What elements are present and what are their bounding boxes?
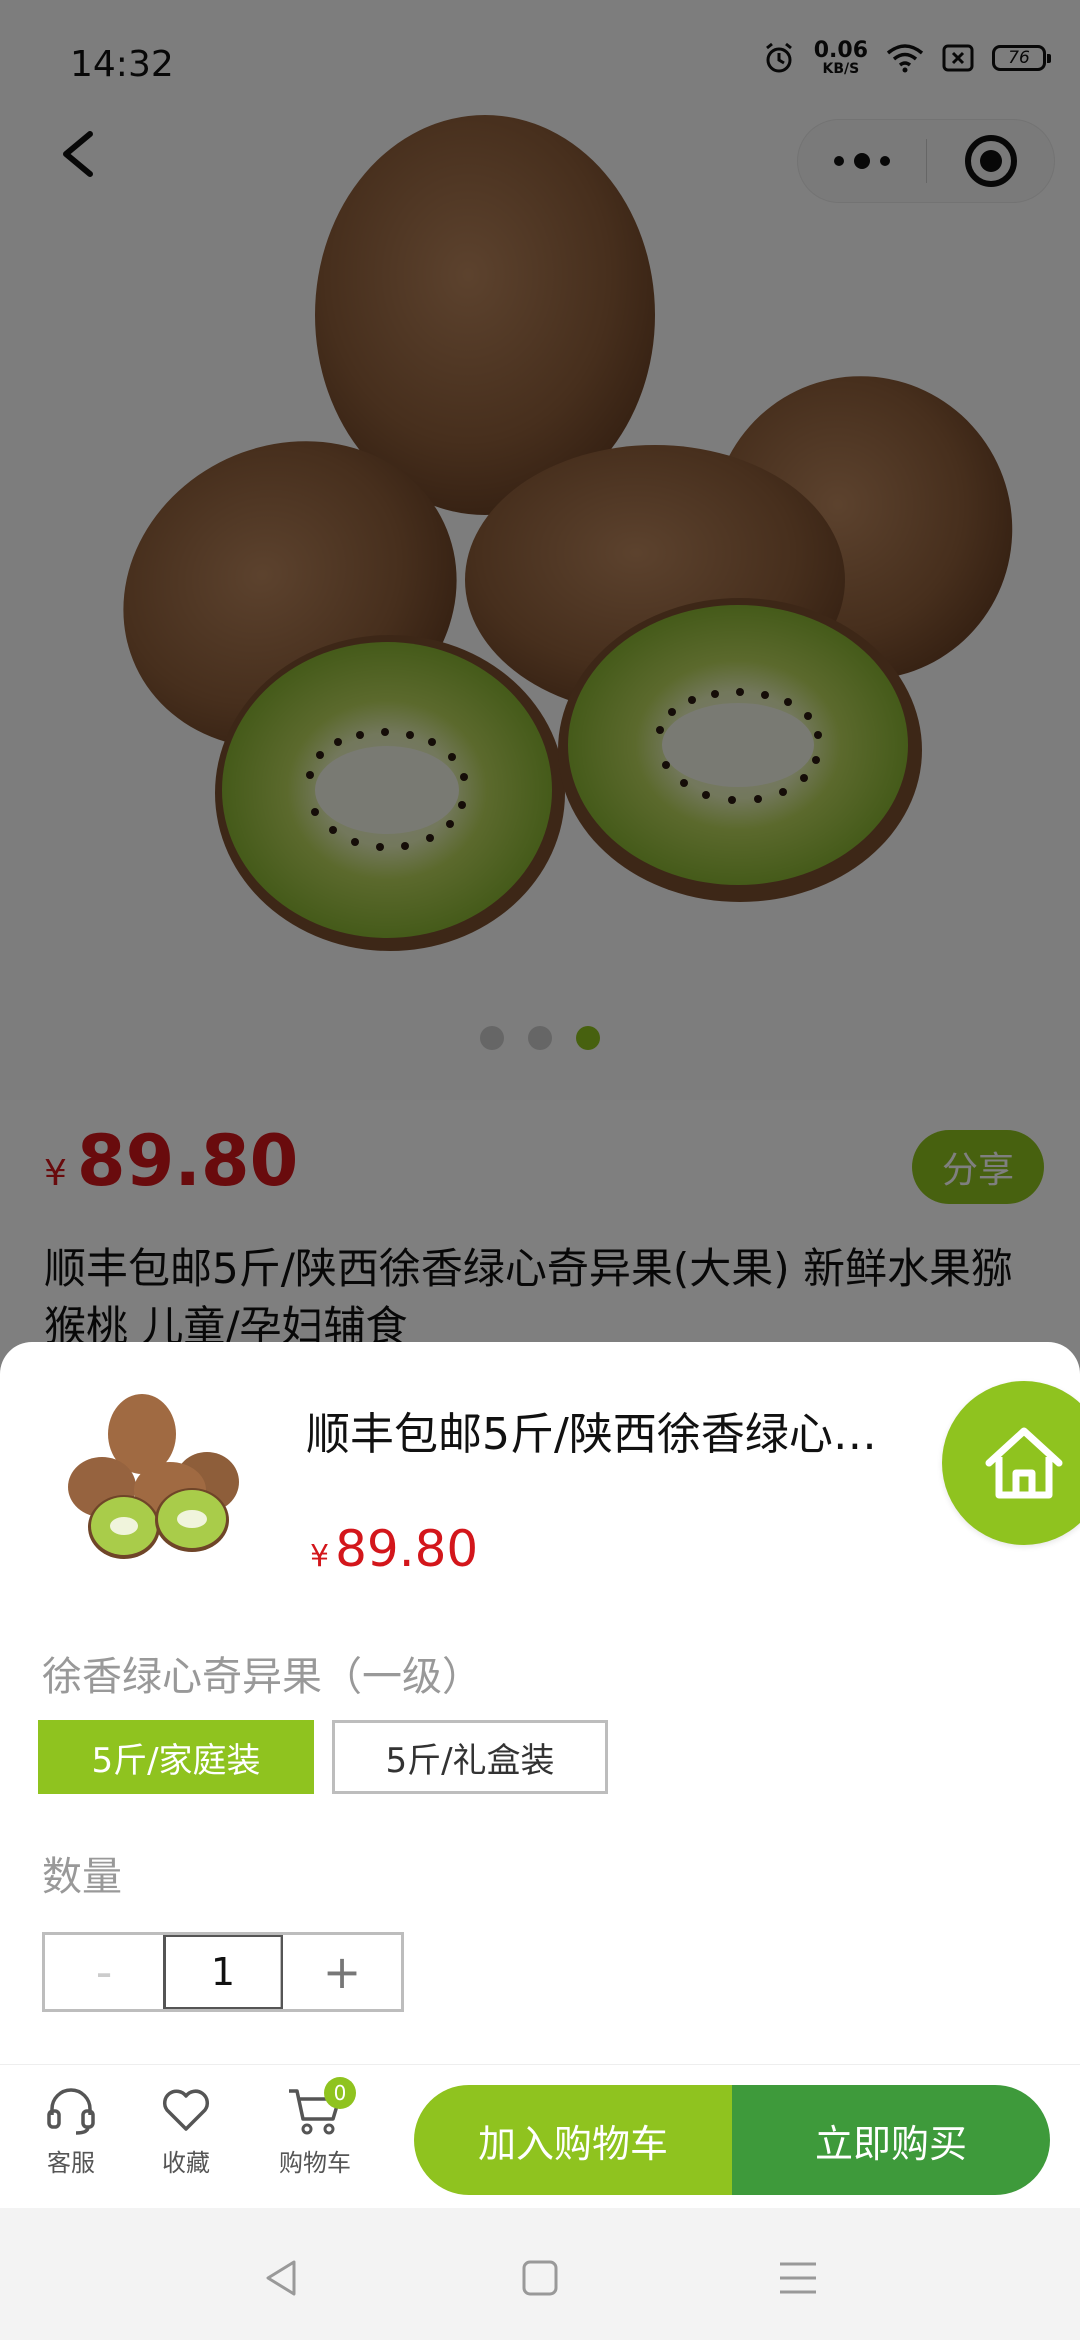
nav-menu-icon[interactable] [768, 2248, 828, 2308]
spec-option-family-pack[interactable]: 5斤/家庭装 [38, 1720, 314, 1794]
sheet-product-title: 顺丰包邮5斤/陕西徐香绿心奇异果(大果) 新鲜水果猕猴桃 儿童/孕妇辅食 [306, 1409, 906, 1460]
cart-count-badge: 0 [324, 2077, 356, 2109]
bottom-action-bar: 客服 收藏 0 购物车 加入购物车 立即购买 [0, 2064, 1080, 2208]
favorite-label: 收藏 [162, 2149, 210, 2177]
sheet-currency-symbol: ¥ [310, 1539, 330, 1574]
spec-group-label: 徐香绿心奇异果（一级） [42, 1654, 482, 1700]
favorite-button[interactable]: 收藏 [131, 2083, 241, 2178]
buy-now-button[interactable]: 立即购买 [732, 2085, 1050, 2195]
add-to-cart-button[interactable]: 加入购物车 [414, 2085, 732, 2195]
spec-option-gift-box[interactable]: 5斤/礼盒装 [332, 1720, 608, 1794]
quantity-input[interactable]: 1 [163, 1935, 283, 2009]
spec-options: 5斤/家庭装 5斤/礼盒装 [38, 1720, 608, 1794]
customer-service-button[interactable]: 客服 [16, 2083, 126, 2178]
increment-button[interactable]: + [283, 1935, 401, 2009]
modal-overlay[interactable] [0, 0, 1080, 1400]
nav-home-icon[interactable] [510, 2248, 570, 2308]
cart-label: 购物车 [279, 2149, 351, 2177]
heart-icon [162, 2089, 210, 2131]
nav-back-icon[interactable] [252, 2248, 312, 2308]
headset-icon [47, 2088, 95, 2135]
cart-button[interactable]: 0 购物车 [260, 2077, 370, 2178]
home-icon [985, 1427, 1063, 1499]
customer-service-label: 客服 [47, 2149, 95, 2177]
spec-selection-sheet: 顺丰包邮5斤/陕西徐香绿心奇异果(大果) 新鲜水果猕猴桃 儿童/孕妇辅食 ¥ 8… [0, 1342, 1080, 2062]
quantity-stepper: - 1 + [42, 1932, 404, 2012]
quantity-label: 数量 [42, 1854, 122, 1900]
system-nav-bar [0, 2208, 1080, 2340]
purchase-buttons: 加入购物车 立即购买 [414, 2085, 1050, 2195]
sheet-price: ¥ 89.80 [310, 1520, 478, 1578]
product-thumbnail [68, 1394, 239, 1559]
decrement-button[interactable]: - [45, 1935, 163, 2009]
sheet-price-value: 89.80 [335, 1520, 479, 1578]
